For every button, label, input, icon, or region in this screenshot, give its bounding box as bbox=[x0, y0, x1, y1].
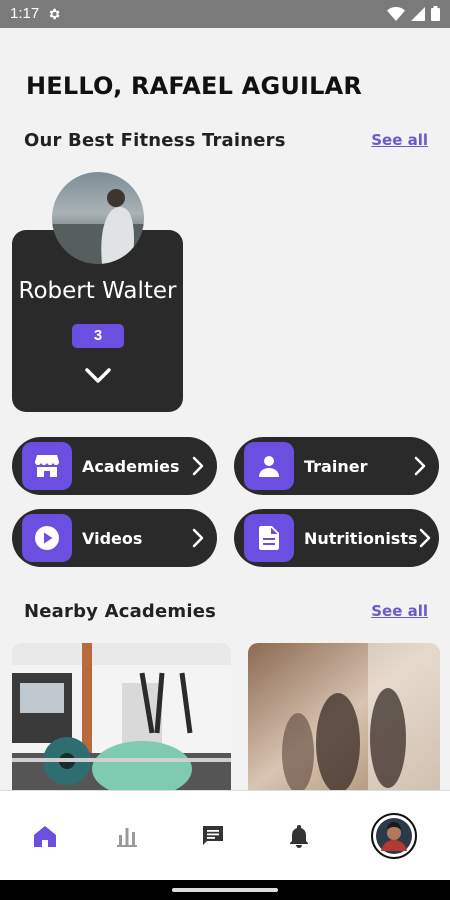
storefront-icon bbox=[22, 442, 72, 490]
nav-notifications[interactable] bbox=[274, 791, 324, 881]
chevron-right-icon bbox=[414, 456, 426, 476]
trainer-count-badge: 3 bbox=[72, 324, 124, 348]
academies-see-all-link[interactable]: See all bbox=[371, 602, 428, 620]
nav-stats[interactable] bbox=[102, 791, 152, 881]
academies-button[interactable]: Academies bbox=[12, 437, 217, 495]
home-gesture-pill[interactable] bbox=[172, 888, 278, 892]
status-time: 1:17 bbox=[10, 5, 40, 22]
nutritionists-button[interactable]: Nutritionists bbox=[234, 509, 439, 567]
trainer-photo-image bbox=[52, 189, 144, 264]
chevron-down-icon[interactable] bbox=[83, 366, 113, 386]
chart-icon bbox=[117, 828, 137, 847]
academies-label: Academies bbox=[82, 456, 180, 476]
profile-avatar bbox=[371, 813, 417, 859]
chevron-right-icon bbox=[419, 528, 430, 548]
nutritionists-label: Nutritionists bbox=[304, 528, 418, 548]
status-icons bbox=[387, 6, 440, 21]
nav-messages[interactable] bbox=[188, 791, 238, 881]
bottom-navigation bbox=[0, 790, 450, 881]
trainer-button[interactable]: Trainer bbox=[234, 437, 439, 495]
chevron-right-icon bbox=[192, 528, 204, 548]
academy-card[interactable] bbox=[248, 643, 440, 790]
chat-icon bbox=[203, 826, 223, 845]
status-bar: 1:17 bbox=[0, 0, 450, 28]
greeting-title: HELLO, RAFAEL AGUILAR bbox=[26, 72, 363, 100]
gym-equipment-image bbox=[12, 643, 231, 790]
bell-icon bbox=[290, 825, 308, 848]
gear-icon bbox=[49, 8, 60, 20]
trainer-label: Trainer bbox=[304, 456, 368, 476]
videos-label: Videos bbox=[82, 528, 143, 548]
trainers-see-all-link[interactable]: See all bbox=[371, 131, 428, 149]
wifi-icon bbox=[387, 6, 405, 21]
trainer-avatar[interactable] bbox=[52, 172, 144, 264]
home-indicator-bar bbox=[0, 880, 450, 900]
trainers-section-title: Our Best Fitness Trainers bbox=[24, 130, 286, 151]
nav-profile[interactable] bbox=[369, 791, 419, 881]
academy-card[interactable] bbox=[12, 643, 231, 790]
trainer-name: Robert Walter bbox=[18, 278, 177, 304]
gym-class-image bbox=[248, 643, 440, 790]
play-circle-icon bbox=[22, 514, 72, 562]
person-icon bbox=[244, 442, 294, 490]
document-icon bbox=[244, 514, 294, 562]
home-icon bbox=[34, 826, 56, 847]
academies-section-title: Nearby Academies bbox=[24, 601, 217, 622]
videos-button[interactable]: Videos bbox=[12, 509, 217, 567]
battery-icon bbox=[431, 6, 440, 21]
nav-home[interactable] bbox=[20, 791, 70, 881]
signal-icon bbox=[411, 6, 425, 21]
chevron-right-icon bbox=[192, 456, 204, 476]
